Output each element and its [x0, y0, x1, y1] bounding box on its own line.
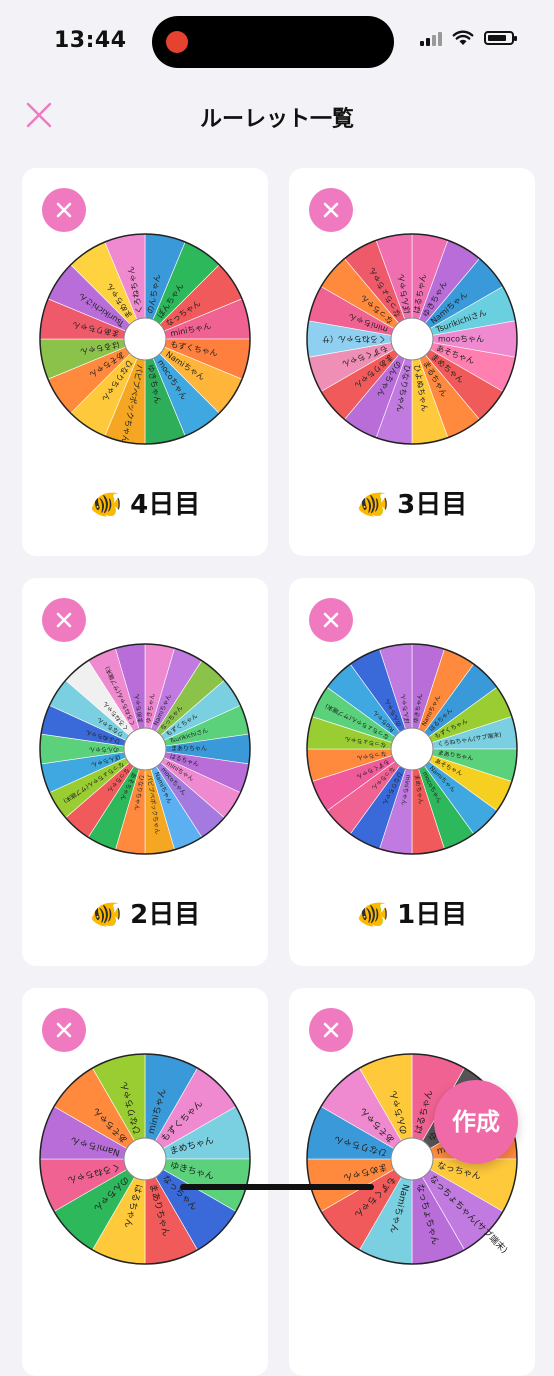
- battery-level: [488, 35, 506, 41]
- wheel-hub: [390, 317, 434, 361]
- wheel-segment-label: mocoちゃん: [438, 335, 484, 344]
- wheel-segment-label: のんちゃん: [89, 746, 119, 753]
- cellular-signal-icon: [420, 30, 442, 46]
- roulette-wheel[interactable]: ゆきちゃんNamiちゃんはるちゃんもずくちゃんくろねちゃん(サブ端末)まありちゃ…: [303, 640, 521, 858]
- wheel-hub: [390, 727, 434, 771]
- fish-icon: 🐠: [89, 900, 123, 930]
- fish-icon: 🐠: [356, 900, 390, 930]
- fish-icon: 🐠: [89, 490, 123, 520]
- home-indicator: [180, 1184, 374, 1190]
- roulette-card[interactable]: はるちゃんゆきちゃんmocoちゃんなっちゃんなっちょちゃん(サブ端末)なっちょち…: [289, 988, 535, 1376]
- close-icon: [323, 612, 339, 628]
- roulette-card[interactable]: のんちゃん ぽんちゃん なっちゃん miniちゃん もずくちゃん Namiちゃん mocoち…: [22, 168, 268, 556]
- battery-icon: [484, 31, 517, 45]
- roulette-title: 🐠 1日目: [289, 894, 535, 931]
- roulette-card[interactable]: はるちゃん ゆきちゃん Namiちゃん Tsurikichiさん mocoちゃん あそちゃ…: [289, 168, 535, 556]
- roulette-title-text: 1日目: [397, 900, 468, 930]
- status-icons: [420, 30, 517, 46]
- status-bar: 13:44: [0, 0, 554, 84]
- roulette-card[interactable]: ゆきちゃん Namiちゃん はるちゃん もずくちゃん くろねちゃん(サブ端末) まありちゃ…: [289, 578, 535, 966]
- wheel-hub: [390, 1137, 434, 1181]
- close-icon: [323, 1022, 339, 1038]
- wheel-hub: [123, 1137, 167, 1181]
- delete-button[interactable]: [309, 188, 353, 232]
- roulette-wheel[interactable]: のんちゃんぽんちゃんなっちゃんminiちゃんもずくちゃんNamiちゃんmocoち…: [36, 230, 254, 448]
- recording-indicator-icon: [166, 31, 188, 53]
- roulette-title-text: 2日目: [130, 900, 201, 930]
- roulette-card[interactable]: ゆきちゃん Namiちゃん なっちゃん もずくちゃん Tsurikichiさん まありちゃ…: [22, 578, 268, 966]
- roulette-wheel[interactable]: ゆきちゃんNamiちゃんなっちゃんもずくちゃんTsurikichiさんまありちゃ…: [36, 640, 254, 858]
- nav-bar: ルーレット一覧: [0, 90, 554, 142]
- wheel-segment-label: くろねちゃん（サ: [322, 335, 386, 344]
- delete-button[interactable]: [42, 598, 86, 642]
- status-time: 13:44: [54, 28, 127, 53]
- wheel-hub: [123, 727, 167, 771]
- delete-button[interactable]: [42, 188, 86, 232]
- close-icon: [323, 202, 339, 218]
- roulette-title-text: 4日目: [130, 490, 201, 520]
- roulette-card[interactable]: miniちゃん もずくちゃん まめちゃん ゆきちゃん なっちゃん まありちゃん はるちゃんの…: [22, 988, 268, 1376]
- wifi-icon: [452, 30, 474, 45]
- close-icon: [56, 202, 72, 218]
- close-icon: [56, 612, 72, 628]
- delete-button[interactable]: [309, 1008, 353, 1052]
- roulette-title: 🐠 4日目: [22, 484, 268, 521]
- roulette-wheel[interactable]: はるちゃんゆきちゃんNamiちゃんTsurikichiさんmocoちゃんあそちゃ…: [303, 230, 521, 448]
- wheel-segment-label: まありちゃん: [171, 746, 207, 753]
- dynamic-island: [152, 16, 394, 68]
- roulette-wheel[interactable]: miniちゃんもずくちゃんまめちゃんゆきちゃんなっちゃんまありちゃんはるちゃんの…: [36, 1050, 254, 1268]
- delete-button[interactable]: [309, 598, 353, 642]
- fish-icon: 🐠: [356, 490, 390, 520]
- create-button[interactable]: 作成: [434, 1080, 518, 1164]
- page-title: ルーレット一覧: [199, 107, 354, 132]
- roulette-title-text: 3日目: [397, 490, 468, 520]
- wheel-hub: [123, 317, 167, 361]
- roulette-title: 🐠 3日目: [289, 484, 535, 521]
- delete-button[interactable]: [42, 1008, 86, 1052]
- close-icon: [56, 1022, 72, 1038]
- roulette-title: 🐠 2日目: [22, 894, 268, 931]
